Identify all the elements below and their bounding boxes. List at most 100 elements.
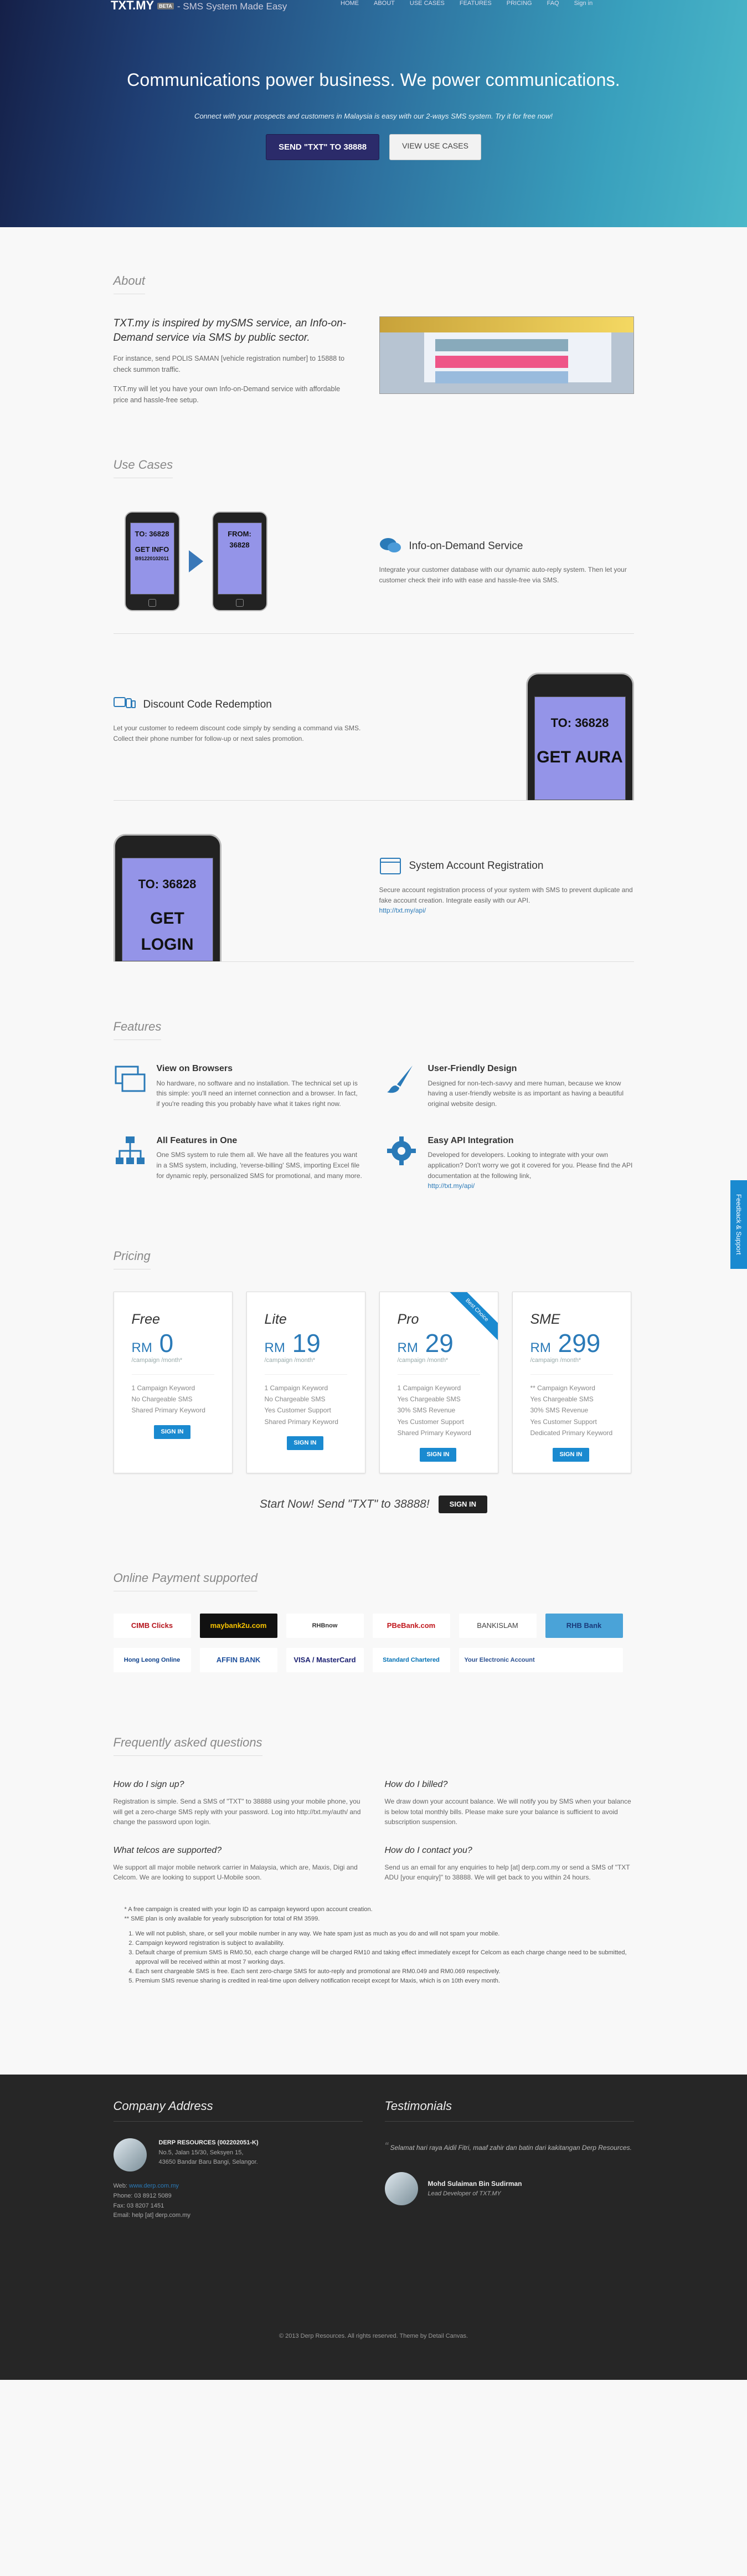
view-use-cases-button[interactable]: VIEW USE CASES bbox=[389, 134, 481, 160]
brand-name: TXT.MY bbox=[111, 0, 154, 11]
company-website-link[interactable]: www.derp.com.my bbox=[129, 2183, 179, 2189]
gear-icon bbox=[385, 1134, 418, 1167]
faq-item: How do I sign up? Registration is simple.… bbox=[113, 1780, 361, 1826]
use-cases-heading: Use Cases bbox=[113, 455, 173, 478]
plan-sme: SME RM 299 /campaign /month* ** Campaign… bbox=[512, 1291, 631, 1473]
plan-name: SME bbox=[530, 1311, 560, 1327]
payment-heading: Online Payment supported bbox=[113, 1569, 257, 1592]
feature-text: One SMS system to rule them all. We have… bbox=[156, 1151, 362, 1180]
send-txt-button[interactable]: SEND "TXT" TO 38888 bbox=[266, 134, 380, 160]
start-now: Start Now! Send "TXT" to 38888! SIGN IN bbox=[114, 1496, 634, 1514]
footer: Company Address DERP RESOURCES (00220205… bbox=[0, 2075, 747, 2380]
feature-browsers: View on Browsers No hardware, no software… bbox=[114, 1062, 363, 1109]
devices-icon bbox=[113, 695, 136, 713]
use-case-info-on-demand: TO: 36828 GET INFO B91220102011 FROM: 3682… bbox=[113, 500, 634, 634]
brand-tagline: - SMS System Made Easy bbox=[177, 1, 287, 11]
feature-api: Easy API Integration Developed for develo… bbox=[385, 1134, 634, 1191]
plan-lite: Lite RM 19 /campaign /month* 1 Campaign … bbox=[246, 1291, 365, 1473]
about-paragraph-2: TXT.my will let you have your own Info-o… bbox=[113, 385, 341, 404]
about-heading: About bbox=[113, 272, 145, 295]
beta-badge: BETA bbox=[157, 3, 174, 10]
feature-title: View on Browsers bbox=[156, 1064, 233, 1074]
plan-price: 0 bbox=[159, 1328, 174, 1358]
nav-faq[interactable]: FAQ bbox=[547, 0, 559, 7]
hero: Communications power business. We power … bbox=[0, 0, 747, 227]
nav-sign-in[interactable]: Sign in bbox=[574, 0, 593, 7]
mysms-screenshot bbox=[379, 316, 634, 395]
plan-name: Pro bbox=[397, 1311, 419, 1327]
faq-section: Frequently asked questions How do I sign… bbox=[113, 1672, 634, 1986]
plan-price: 29 bbox=[425, 1328, 454, 1358]
hero-title: Communications power business. We power … bbox=[127, 70, 620, 90]
about-paragraph-1: For instance, send POLIS SAMAN [vehicle … bbox=[113, 355, 345, 373]
start-now-text: Start Now! Send "TXT" to 38888! bbox=[259, 1497, 430, 1510]
nav-features[interactable]: FEATURES bbox=[460, 0, 492, 7]
nav-menu: HOME ABOUT USE CASES FEATURES PRICING FA… bbox=[341, 0, 593, 7]
testimonial-quote: “ Selamat hari raya Aidil Fitri, maaf za… bbox=[384, 2140, 632, 2153]
plan-sign-in-button[interactable]: SIGN IN bbox=[286, 1436, 324, 1451]
feedback-tab[interactable]: Feedback & Support bbox=[730, 1180, 747, 1269]
phone-reply: FROM: 36828 bbox=[212, 511, 267, 611]
plan-sign-in-button[interactable]: SIGN IN bbox=[419, 1447, 457, 1462]
use-case-title: Info-on-Demand Service bbox=[409, 540, 523, 552]
use-case-text: Let your customer to redeem discount cod… bbox=[113, 724, 361, 742]
bank-rhb-logo: RHB Bank bbox=[545, 1614, 623, 1638]
plan-price: 299 bbox=[558, 1328, 601, 1358]
nav-home[interactable]: HOME bbox=[341, 0, 359, 7]
use-case-title: Discount Code Redemption bbox=[143, 698, 272, 710]
pricing-heading: Pricing bbox=[113, 1247, 151, 1269]
feature-text: Developed for developers. Looking to int… bbox=[427, 1151, 633, 1180]
pricing-section: Pricing Free RM 0 /campaign /month* 1 Ca… bbox=[113, 1191, 634, 1514]
plan-price: 19 bbox=[292, 1328, 321, 1358]
bank-standard-chartered-logo: Standard Chartered bbox=[372, 1648, 450, 1673]
use-case-text: Integrate your customer database with ou… bbox=[379, 566, 627, 584]
arrow-right-icon bbox=[188, 550, 203, 572]
plan-name: Free bbox=[131, 1311, 160, 1327]
web-cash-logo: Your Electronic Account bbox=[458, 1648, 623, 1673]
use-case-title: System Account Registration bbox=[409, 860, 544, 872]
brand[interactable]: TXT.MY BETA - SMS System Made Easy bbox=[111, 0, 287, 11]
plan-sign-in-button[interactable]: SIGN IN bbox=[552, 1447, 590, 1462]
testimonial-avatar bbox=[384, 2172, 418, 2206]
phone-get-aura: TO: 36828 GET AURA bbox=[526, 672, 634, 800]
copyright: © 2013 Derp Resources. All rights reserv… bbox=[279, 2332, 468, 2339]
bank-pbebank-logo: PBeBank.com bbox=[372, 1614, 450, 1638]
top-nav: TXT.MY BETA - SMS System Made Easy HOME … bbox=[0, 0, 747, 22]
faq-heading: Frequently asked questions bbox=[113, 1733, 262, 1756]
plan-free: Free RM 0 /campaign /month* 1 Campaign K… bbox=[113, 1291, 233, 1473]
plan-period: /campaign /month* bbox=[264, 1356, 316, 1364]
feature-text: No hardware, no software and no installa… bbox=[156, 1079, 358, 1108]
about-lead: TXT.my is inspired by mySMS service, an … bbox=[113, 317, 347, 344]
payment-section: Online Payment supported CIMB Clicks may… bbox=[113, 1513, 634, 1673]
nav-use-cases[interactable]: USE CASES bbox=[410, 0, 445, 7]
bank-rhbnow-logo: RHBnow bbox=[286, 1614, 364, 1638]
visa-mastercard-logo: VISA / MasterCard bbox=[286, 1648, 364, 1673]
feature-title: User-Friendly Design bbox=[427, 1064, 517, 1074]
use-case-text: Secure account registration process of y… bbox=[379, 886, 633, 904]
about-section: About TXT.my is inspired by mySMS servic… bbox=[113, 227, 634, 406]
plan-sign-in-button[interactable]: SIGN IN bbox=[153, 1425, 191, 1439]
features-heading: Features bbox=[113, 1017, 162, 1041]
phone-sending: TO: 36828 GET INFO B91220102011 bbox=[124, 511, 180, 611]
bank-maybank-logo: maybank2u.com bbox=[199, 1614, 277, 1638]
bank-hongleong-logo: Hong Leong Online bbox=[113, 1648, 191, 1673]
use-case-discount: Discount Code Redemption Let your custom… bbox=[113, 634, 634, 800]
nav-pricing[interactable]: PRICING bbox=[507, 0, 532, 7]
plan-period: /campaign /month* bbox=[131, 1356, 183, 1364]
hero-subtitle: Connect with your prospects and customer… bbox=[194, 111, 553, 120]
start-sign-in-button[interactable]: SIGN IN bbox=[438, 1496, 488, 1514]
company-logo bbox=[113, 2138, 147, 2172]
chat-bubbles-icon bbox=[379, 537, 401, 555]
address-heading: Company Address bbox=[113, 2097, 363, 2122]
api-docs-link[interactable]: http://txt.my/api/ bbox=[428, 1182, 475, 1190]
feature-user-friendly: User-Friendly Design Designed for non-tec… bbox=[385, 1062, 634, 1109]
sitemap-icon bbox=[114, 1134, 147, 1167]
nav-about[interactable]: ABOUT bbox=[374, 0, 395, 7]
plan-period: /campaign /month* bbox=[397, 1356, 449, 1364]
feature-title: All Features in One bbox=[156, 1135, 238, 1145]
api-link[interactable]: http://txt.my/api/ bbox=[379, 907, 426, 914]
phone-get-login: TO: 36828 GET LOGIN bbox=[113, 833, 221, 961]
bank-affin-logo: AFFIN BANK bbox=[199, 1648, 277, 1673]
plan-name: Lite bbox=[264, 1311, 287, 1327]
browser-window-icon bbox=[379, 857, 401, 875]
